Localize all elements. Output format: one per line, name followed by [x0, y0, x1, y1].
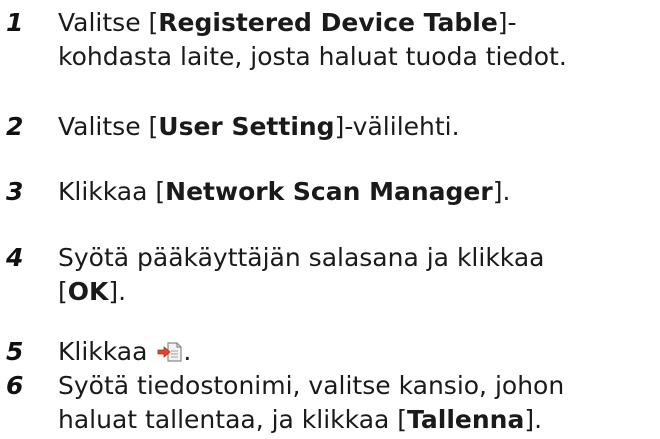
step-text: Klikkaa [Network Scan Manager]. [58, 177, 511, 206]
ui-term: Tallenna [407, 405, 525, 434]
step-text: Valitse [Registered Device Table]- kohda… [58, 8, 567, 71]
instruction-steps: 1 Valitse [Registered Device Table]- koh… [0, 0, 660, 439]
ui-term: Registered Device Table [158, 8, 498, 37]
step-number: 6 [6, 371, 24, 400]
ui-term: Network Scan Manager [165, 177, 493, 206]
step-number: 5 [6, 337, 24, 366]
ui-term: User Setting [158, 112, 335, 141]
step-number: 3 [6, 177, 24, 206]
step-text: Syötä tiedostonimi, valitse kansio, joho… [58, 371, 565, 434]
step-number: 2 [6, 112, 24, 141]
step-text: Valitse [User Setting]-välilehti. [58, 112, 460, 141]
step-number: 1 [6, 8, 24, 37]
step-number: 4 [6, 243, 24, 272]
ui-term: OK [67, 277, 109, 306]
import-file-icon [157, 338, 183, 372]
step-text: Klikkaa . [58, 335, 658, 372]
step-text: Syötä pääkäyttäjän salasana ja klikkaa [… [58, 243, 545, 306]
